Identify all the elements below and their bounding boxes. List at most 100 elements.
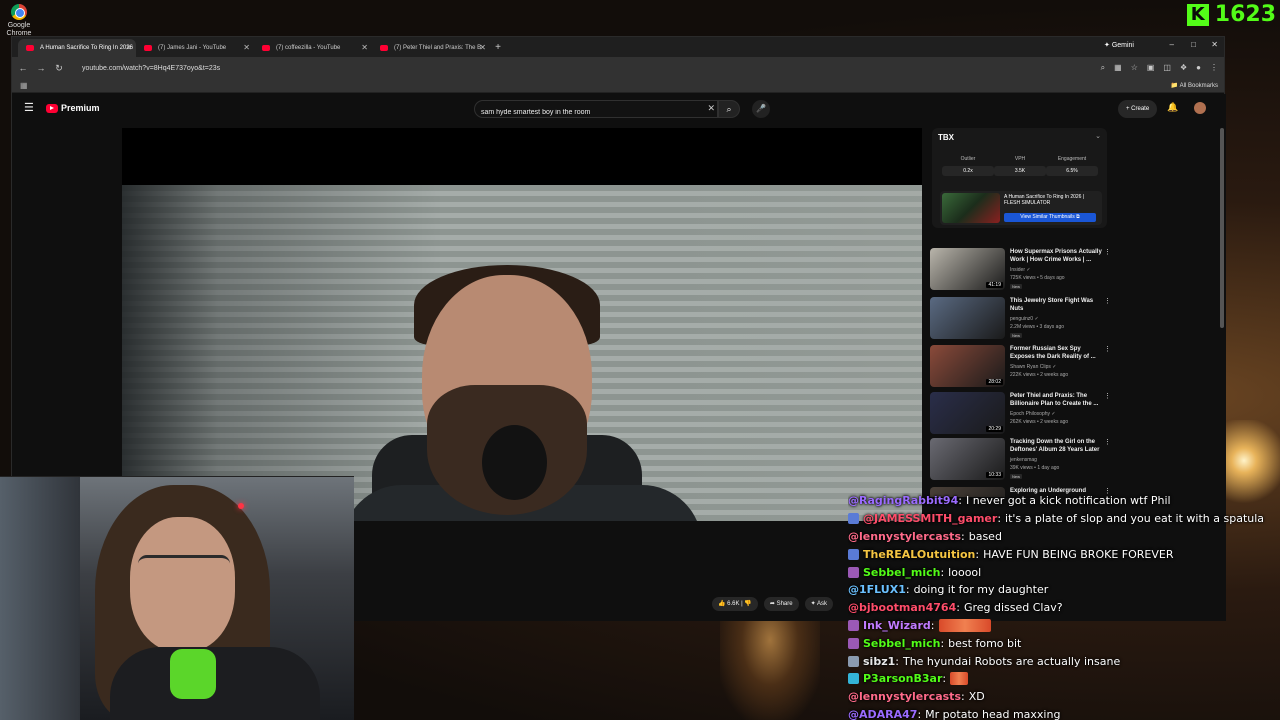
browser-tab[interactable]: A Human Sacrifice To Ring In 2026 ✕ xyxy=(18,39,136,57)
video-title[interactable]: This Jewelry Store Fight Was Nuts xyxy=(1010,297,1102,313)
chat-username[interactable]: Sebbel_mich xyxy=(863,637,940,650)
bookmark-star-icon[interactable]: ☆ xyxy=(1131,63,1138,73)
install-icon[interactable]: ▦ xyxy=(1114,63,1122,73)
menu-hamburger-icon[interactable]: ☰ xyxy=(24,101,34,114)
all-bookmarks-button[interactable]: 📁 All Bookmarks xyxy=(1171,82,1218,89)
share-button[interactable]: ➦ Share xyxy=(763,597,799,611)
chat-username[interactable]: Ink_Wizard xyxy=(863,619,931,632)
tab-label: (7) Peter Thiel and Praxis: The B xyxy=(394,45,482,51)
browser-tab[interactable]: (7) Peter Thiel and Praxis: The B ✕ xyxy=(372,39,490,57)
chat-username[interactable]: @lennystylercasts xyxy=(848,530,961,543)
video-thumbnail[interactable]: 10:33 xyxy=(930,438,1005,480)
maximize-button[interactable]: □ xyxy=(1191,40,1196,49)
new-tab-button[interactable]: + xyxy=(490,39,506,57)
chat-text: XD xyxy=(968,690,985,704)
close-tab-icon[interactable]: ✕ xyxy=(479,39,486,57)
video-title[interactable]: Tracking Down the Girl on the Deftones' … xyxy=(1010,438,1102,454)
create-button[interactable]: + Create xyxy=(1118,100,1158,118)
chat-message: @lennystylercasts: based xyxy=(848,529,1002,543)
chat-username[interactable]: sibz1 xyxy=(863,655,895,668)
recommended-video[interactable]: 10:33 Tracking Down the Girl on the Defto… xyxy=(930,438,1111,484)
chat-text: doing it for my daughter xyxy=(913,583,1049,597)
recommended-video[interactable]: This Jewelry Store Fight Was Nuts penguin… xyxy=(930,297,1111,343)
more-options-icon[interactable]: ⋮ xyxy=(1104,438,1111,446)
apps-grid-icon[interactable]: ▦ xyxy=(20,81,28,90)
video-thumbnail[interactable]: 41:19 xyxy=(930,248,1005,290)
more-options-icon[interactable]: ⋮ xyxy=(1104,248,1111,256)
zoom-icon[interactable]: ⌕ xyxy=(1101,63,1105,73)
webcam-overlay xyxy=(0,476,354,720)
chat-text: I never got a kick notification wtf Phil xyxy=(965,494,1171,508)
recommended-video[interactable]: 28:02 Former Russian Sex Spy Exposes the … xyxy=(930,345,1111,391)
avatar[interactable] xyxy=(1194,102,1206,114)
more-options-icon[interactable]: ⋮ xyxy=(1104,345,1111,353)
chat-username[interactable]: @1FLUX1 xyxy=(848,583,906,596)
search-input[interactable] xyxy=(481,109,701,116)
more-options-icon[interactable]: ⋮ xyxy=(1104,297,1111,305)
browser-tab[interactable]: (7) James Jani - YouTube ✕ xyxy=(136,39,254,57)
chat-username[interactable]: @JAMESSMITH_gamer xyxy=(863,512,997,525)
close-window-button[interactable]: ✕ xyxy=(1211,40,1218,49)
page-scrollbar[interactable] xyxy=(1220,128,1224,328)
browser-tab[interactable]: (7) coffeezilla - YouTube ✕ xyxy=(254,39,372,57)
notifications-bell-icon[interactable]: 🔔 xyxy=(1167,102,1178,113)
video-title[interactable]: Former Russian Sex Spy Exposes the Dark … xyxy=(1010,345,1102,361)
channel-name[interactable]: Shawn Ryan Clips ✓ xyxy=(1010,364,1056,370)
video-thumbnail[interactable]: 28:02 xyxy=(930,345,1005,387)
recommended-video[interactable]: 41:19 How Supermax Prisons Actually Work … xyxy=(930,248,1111,294)
more-options-icon[interactable]: ⋮ xyxy=(1104,392,1111,400)
search-button[interactable]: ⌕ xyxy=(718,100,740,118)
chat-username[interactable]: @ADARA47 xyxy=(848,708,917,720)
video-thumbnail[interactable] xyxy=(930,297,1005,339)
video-title[interactable]: Peter Thiel and Praxis: The Billionaire … xyxy=(1010,392,1102,408)
chat-badge-icon xyxy=(848,619,859,631)
extensions-puzzle-icon[interactable]: ❖ xyxy=(1180,63,1187,73)
channel-name[interactable]: jenkensmag xyxy=(1010,457,1037,463)
chat-username[interactable]: @bjbootman4764 xyxy=(848,601,956,614)
close-tab-icon[interactable]: ✕ xyxy=(125,39,132,57)
view-similar-thumbnails-button[interactable]: View Similar Thumbnails ⧉ xyxy=(1004,213,1096,222)
voice-search-mic-icon[interactable]: 🎤 xyxy=(752,100,770,118)
like-button[interactable]: 👍 6.6K | 👎 xyxy=(712,597,758,611)
minimize-button[interactable]: – xyxy=(1170,40,1174,49)
youtube-favicon-icon xyxy=(380,45,388,51)
chat-username[interactable]: @RagingRabbit94 xyxy=(848,494,958,507)
gemini-button[interactable]: ✦ Gemini xyxy=(1104,41,1134,49)
profile-icon[interactable]: ● xyxy=(1196,63,1201,73)
chevron-down-icon[interactable]: ⌄ xyxy=(1095,132,1101,140)
channel-name[interactable]: Insider ✓ xyxy=(1010,267,1031,273)
chat-text: Greg dissed Clav? xyxy=(963,601,1063,615)
chat-text: HAVE FUN BEING BROKE FOREVER xyxy=(983,547,1174,561)
video-thumbnail[interactable]: 20:29 xyxy=(930,392,1005,434)
desktop-chrome-shortcut[interactable]: Google Chrome xyxy=(4,4,34,38)
ask-button[interactable]: ✦ Ask xyxy=(804,597,833,611)
back-icon[interactable]: ← xyxy=(16,63,30,73)
youtube-logo[interactable]: Premium xyxy=(46,103,100,113)
url-field[interactable]: youtube.com/watch?v=8Hq4E737oyo&t=23s xyxy=(82,65,220,72)
chat-username[interactable]: P3arsonB3ar xyxy=(863,672,942,685)
desktop-icon-label: Google Chrome xyxy=(6,22,32,37)
chat-username[interactable]: @lennystylercasts xyxy=(848,690,961,703)
channel-name[interactable]: penguinz0 ✓ xyxy=(1010,316,1039,322)
recommended-video[interactable]: 20:29 Peter Thiel and Praxis: The Billion… xyxy=(930,392,1111,438)
reload-icon[interactable]: ↻ xyxy=(52,63,66,74)
close-tab-icon[interactable]: ✕ xyxy=(243,39,250,57)
extension-icon[interactable]: ▣ xyxy=(1147,63,1155,73)
chat-username[interactable]: TheREALOutuition xyxy=(863,548,975,561)
forward-icon[interactable]: → xyxy=(34,63,48,73)
extension-logo: TBX xyxy=(938,133,954,142)
video-duration: 10:33 xyxy=(986,472,1003,478)
video-title[interactable]: How Supermax Prisons Actually Work | How… xyxy=(1010,248,1102,264)
video-player[interactable] xyxy=(122,128,922,521)
sidepanel-icon[interactable]: ◫ xyxy=(1163,63,1171,73)
menu-dots-icon[interactable]: ⋮ xyxy=(1210,63,1218,73)
kick-overlay: K 1623 xyxy=(1186,2,1276,27)
chat-username[interactable]: Sebbel_mich xyxy=(863,566,940,579)
chat-badge-icon xyxy=(848,513,859,525)
youtube-header: ☰ Premium ✕ ⌕ 🎤 + Create 🔔 xyxy=(12,94,1226,124)
channel-name[interactable]: Epoch Philosophy ✓ xyxy=(1010,411,1056,417)
youtube-favicon-icon xyxy=(26,45,34,51)
chat-text: The hyundai Robots are actually insane xyxy=(902,654,1121,668)
close-tab-icon[interactable]: ✕ xyxy=(361,39,368,57)
clear-search-icon[interactable]: ✕ xyxy=(707,103,715,114)
